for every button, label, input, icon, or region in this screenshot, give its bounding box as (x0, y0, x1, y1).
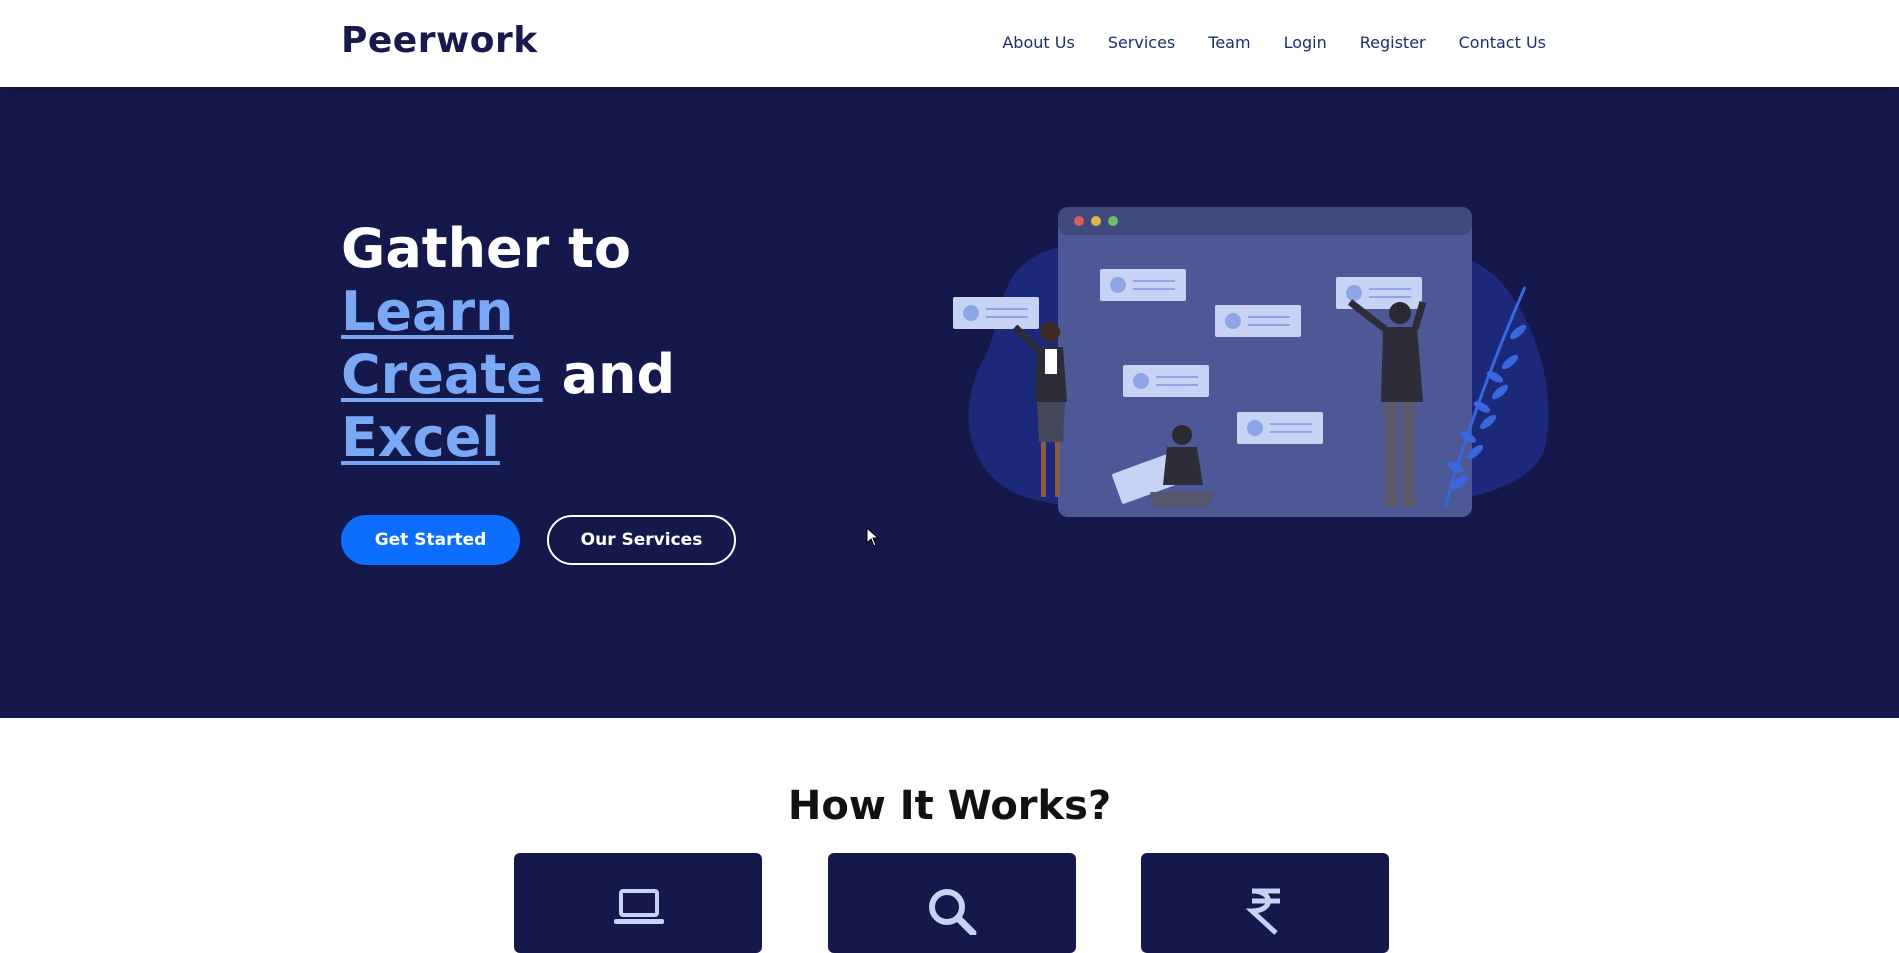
laptop-icon (614, 889, 664, 924)
get-started-button[interactable]: Get Started (341, 515, 520, 565)
headline-word-learn: Learn (341, 280, 514, 343)
headline-word-and: and (542, 343, 676, 406)
team-collaboration-illustration (953, 207, 1549, 517)
how-card-rupee (1141, 853, 1389, 953)
headline-word-create: Create (341, 343, 543, 406)
headline-word-excel: Excel (341, 406, 500, 469)
how-card-laptop (514, 853, 762, 953)
hero-headline: Gather to Learn Create and Excel (341, 217, 675, 469)
rupee-icon (1245, 888, 1280, 935)
nav-link-services[interactable]: Services (1108, 33, 1175, 52)
nav-link-register[interactable]: Register (1360, 33, 1426, 52)
nav-link-about-us[interactable]: About Us (1002, 33, 1074, 52)
our-services-button[interactable]: Our Services (547, 515, 736, 565)
site-logo[interactable]: Peerwork (341, 20, 538, 61)
search-icon (929, 889, 977, 935)
mouse-cursor-icon (866, 527, 880, 547)
nav-links: About Us Services Team Login Register Co… (1002, 33, 1546, 52)
how-card-search (828, 853, 1076, 953)
headline-line1: Gather to (341, 217, 631, 280)
hero-section: Gather to Learn Create and Excel Get Sta… (0, 87, 1899, 718)
nav-link-contact-us[interactable]: Contact Us (1459, 33, 1546, 52)
how-it-works-title: How It Works? (787, 783, 1112, 829)
nav-link-team[interactable]: Team (1208, 33, 1250, 52)
nav-link-login[interactable]: Login (1284, 33, 1327, 52)
navbar: Peerwork About Us Services Team Login Re… (0, 0, 1899, 87)
